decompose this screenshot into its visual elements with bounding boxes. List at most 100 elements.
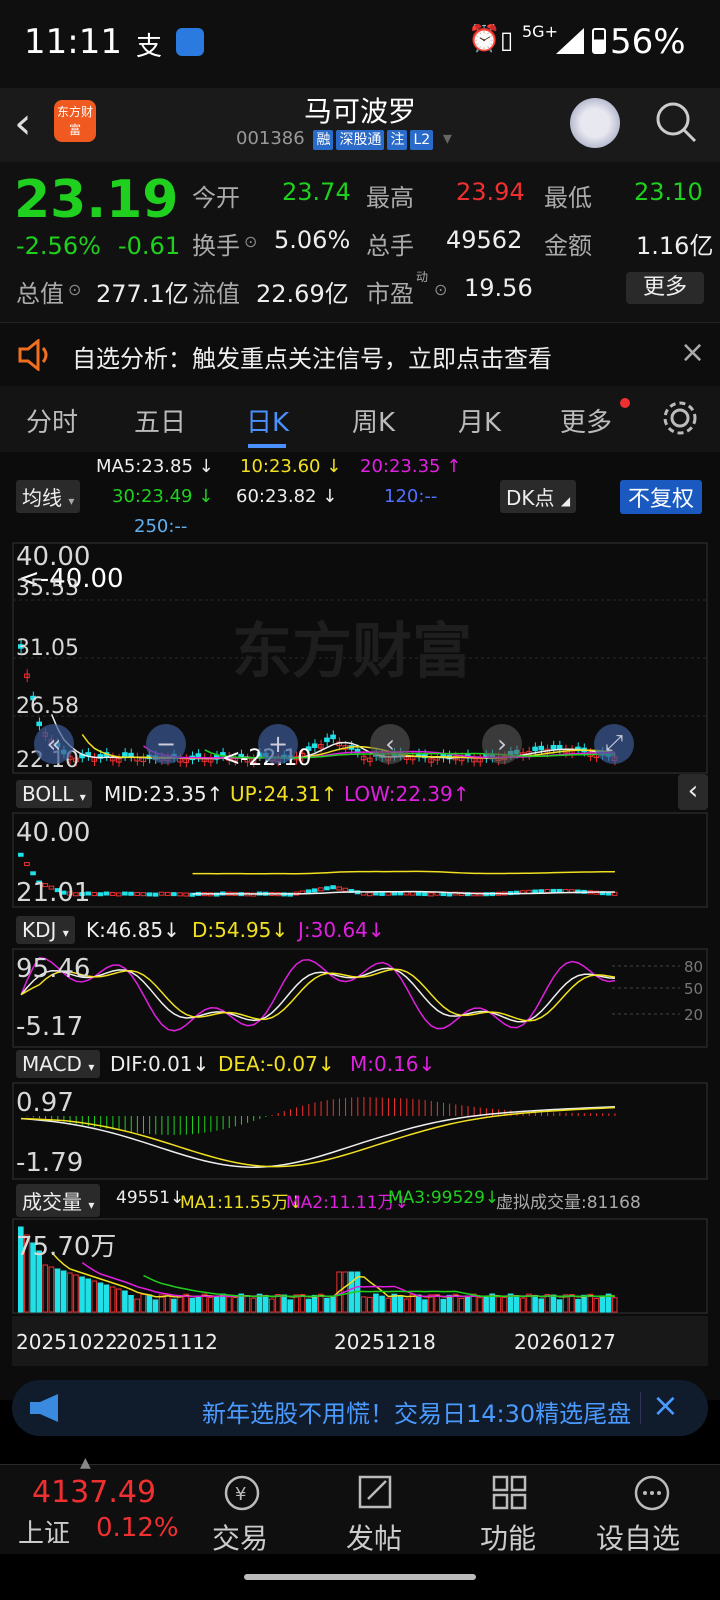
boll-candle — [544, 889, 551, 894]
boll-candle — [109, 891, 116, 896]
zoom-in-icon[interactable]: + — [258, 724, 298, 764]
ma30-value: 30:23.49 ↓ — [112, 486, 214, 507]
boll-candle — [415, 891, 422, 896]
close-icon[interactable]: × — [680, 335, 705, 370]
volume-bar — [538, 1298, 545, 1313]
chevron-down-icon: ▾ — [79, 790, 86, 804]
boll-candle — [538, 889, 545, 894]
volume-bar — [397, 1295, 404, 1313]
scroll-left-fast-icon[interactable]: « — [34, 724, 74, 764]
volume-bar — [379, 1295, 385, 1313]
macd-y-bottom: -1.79 — [16, 1148, 84, 1178]
info-icon[interactable]: ⊙ — [244, 232, 257, 251]
kdj-selector[interactable]: KDJ ▾ — [16, 916, 75, 944]
boll-candle — [330, 885, 336, 890]
post-label[interactable]: 发帖 — [346, 1517, 402, 1557]
period-tabs: 分时 五日 日K 周K 月K 更多 — [0, 386, 720, 453]
volume-bar — [501, 1296, 508, 1313]
tab-more[interactable]: 更多 — [560, 402, 612, 439]
analysis-notice[interactable]: 自选分析：触发重点关注信号，立即点击查看 × — [0, 322, 720, 388]
features-icon[interactable] — [490, 1473, 530, 1513]
zoom-out-icon[interactable]: − — [146, 724, 186, 764]
info-icon[interactable]: ⊙ — [68, 280, 81, 299]
ma10-value: 10:23.60 ↓ — [240, 456, 342, 477]
info-icon[interactable]: ⊙ — [434, 280, 447, 299]
virtual-volume: 虚拟成交量:81168 — [496, 1193, 641, 1213]
volume-bar — [360, 1296, 367, 1313]
post-icon[interactable] — [356, 1473, 396, 1513]
red-dot-badge — [620, 398, 630, 408]
chevron-down-icon[interactable]: ▾ — [443, 128, 452, 149]
boll-low: LOW:22.39↑ — [344, 782, 470, 806]
boll-candle — [342, 887, 349, 892]
boll-candle — [97, 892, 104, 897]
tab-weekly-k[interactable]: 周K — [352, 402, 395, 439]
boll-candle — [183, 892, 189, 897]
volume-bar — [422, 1299, 428, 1313]
tab-daily-k[interactable]: 日K — [246, 402, 289, 439]
boll-candle — [311, 888, 318, 893]
robot-assistant-icon[interactable] — [570, 98, 620, 148]
index-value[interactable]: 4137.49 — [32, 1475, 156, 1510]
volume-bar — [575, 1298, 581, 1313]
more-button[interactable]: 更多 — [626, 272, 704, 304]
add-watchlist-label[interactable]: 设自选 — [596, 1517, 680, 1557]
volume-bar — [373, 1293, 379, 1313]
dk-point-toggle[interactable]: DK点 ◢ — [500, 480, 577, 513]
boll-candle — [152, 892, 159, 897]
close-icon[interactable]: × — [652, 1386, 679, 1424]
trade-label[interactable]: 交易 — [212, 1517, 268, 1557]
add-watchlist-icon[interactable] — [632, 1473, 672, 1513]
adjust-selector[interactable]: 不复权 — [620, 480, 703, 514]
volume-bar — [287, 1299, 294, 1313]
volume-selector[interactable]: 成交量 ▾ — [16, 1184, 101, 1217]
boll-line — [192, 870, 615, 875]
scroll-right-icon[interactable]: › — [482, 724, 522, 764]
volume-bar — [269, 1298, 275, 1313]
boll-candle — [324, 886, 330, 891]
trade-icon[interactable]: ¥ — [222, 1473, 262, 1513]
volume-bar — [226, 1296, 232, 1313]
fullscreen-icon[interactable]: ⤢ — [594, 724, 634, 764]
ma-selector[interactable]: 均线 ▾ — [16, 480, 81, 513]
macd-selector[interactable]: MACD ▾ — [16, 1050, 101, 1078]
volume-bar — [262, 1295, 269, 1313]
volume-bar — [520, 1297, 526, 1313]
features-label[interactable]: 功能 — [480, 1517, 536, 1557]
boll-candle — [146, 892, 153, 897]
boll-candle — [30, 871, 36, 876]
search-icon[interactable] — [654, 100, 698, 144]
volume-bar — [232, 1296, 238, 1313]
pe-superscript: 动 — [416, 270, 429, 284]
candle — [195, 753, 202, 758]
volume-bar — [213, 1296, 220, 1313]
volume-bar — [134, 1298, 140, 1313]
home-indicator[interactable] — [244, 1574, 476, 1580]
gear-icon[interactable] — [662, 400, 698, 436]
volume-bar — [158, 1294, 165, 1313]
boll-candle — [305, 889, 312, 894]
volume-bar — [403, 1298, 410, 1313]
volume-bar — [299, 1294, 306, 1313]
boll-selector[interactable]: BOLL ▾ — [16, 780, 92, 808]
volume-bar — [171, 1298, 177, 1313]
vol-ma1: MA1:11.55万↓ — [180, 1193, 303, 1213]
tab-intraday[interactable]: 分时 — [26, 402, 78, 439]
tab-five-day[interactable]: 五日 — [134, 402, 186, 439]
volume-bar — [177, 1294, 183, 1313]
chevron-up-icon[interactable]: ▲ — [80, 1455, 91, 1471]
volume-bar — [195, 1295, 202, 1313]
dea-line — [21, 1106, 615, 1168]
boll-mid: MID:23.35↑ — [104, 782, 224, 806]
volume-bar — [458, 1297, 465, 1313]
volume-bar — [115, 1288, 122, 1313]
boll-candle — [91, 892, 98, 897]
promo-banner[interactable]: 新年选股不用慌！交易日14:30精选尾盘 × — [12, 1380, 708, 1436]
collapse-panel-icon[interactable]: ‹ — [678, 774, 708, 810]
scroll-left-icon[interactable]: ‹ — [370, 724, 410, 764]
turnover-value: 5.06% — [274, 226, 351, 254]
volume-value: 49562 — [446, 226, 523, 254]
vibrate-icon: ▯ — [500, 26, 514, 54]
tab-monthly-k[interactable]: 月K — [458, 402, 501, 439]
dk-label: DK点 — [506, 486, 555, 510]
